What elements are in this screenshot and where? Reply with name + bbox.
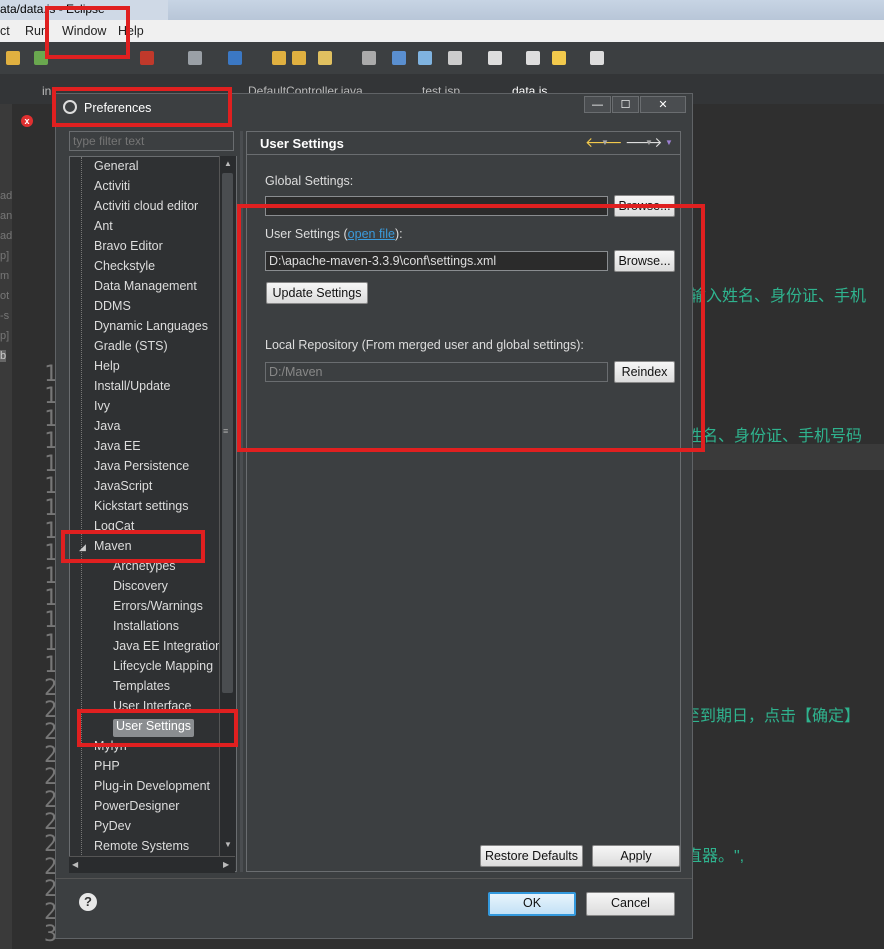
tree-item-activiti[interactable]: Activiti [94,179,130,197]
ok-button[interactable]: OK [488,892,576,916]
tree-item-java-ee[interactable]: Java EE [94,439,141,457]
editor-fragment: ad [0,230,13,242]
global-settings-label: Global Settings: [265,174,354,188]
button-bar-divider [56,878,692,879]
editor-fragment: -s [0,310,10,322]
editor-fragment: p] [0,250,10,262]
tree-item-maven-lifecycle-mapping[interactable]: Lifecycle Mapping [113,659,213,677]
filter-input[interactable] [69,131,234,151]
toolbar-icon[interactable] [448,51,462,65]
maximize-button[interactable]: ☐ [612,96,639,113]
tree-item-ivy[interactable]: Ivy [94,399,110,417]
tree-item-general[interactable]: General [94,159,138,177]
menu-item-project[interactable]: ct [0,24,10,38]
forward-arrow-icon[interactable] [590,51,604,65]
open-folder-icon[interactable] [272,51,286,65]
header-divider [247,154,680,155]
toolbar-icon[interactable] [6,51,20,65]
open-folder-icon[interactable] [292,51,306,65]
view-menu-icon[interactable]: ▼ [665,138,673,147]
annotation-box-preferences [52,87,232,127]
debug-icon[interactable] [140,51,154,65]
back-arrow-icon[interactable] [526,51,540,65]
tree-item-install-update[interactable]: Install/Update [94,379,170,397]
editor-tab[interactable]: in [42,84,51,98]
globe-icon[interactable] [392,51,406,65]
code-line: 输入姓名、身份证、手机 [690,288,867,305]
editor-fragment: p] [0,330,10,342]
chevron-down-icon[interactable]: ▼ [601,138,609,147]
scroll-right-arrow-icon[interactable]: ▶ [223,860,229,869]
tree-item-powerdesigner[interactable]: PowerDesigner [94,799,179,817]
tree-item-maven-installations[interactable]: Installations [113,619,179,637]
annotation-box-user-settings [77,709,238,747]
cancel-button[interactable]: Cancel [586,892,675,916]
restore-defaults-button[interactable]: Restore Defaults [480,845,583,867]
toolbar-icon[interactable] [362,51,376,65]
tree-item-dynamic-languages[interactable]: Dynamic Languages [94,319,208,337]
chevron-down-icon[interactable]: ▼ [645,138,653,147]
tree-item-ddms[interactable]: DDMS [94,299,131,317]
page-title: User Settings [260,136,344,151]
scroll-up-arrow-icon[interactable]: ▲ [224,159,232,168]
main-toolbar [0,42,884,74]
tree-item-maven-errors-warnings[interactable]: Errors/Warnings [113,599,203,617]
editor-fragment: m [0,270,10,282]
tree-item-java[interactable]: Java [94,419,120,437]
annotation-box-window [45,6,130,59]
browser-tabs-strip [168,0,884,20]
tree-guide-line [81,157,83,871]
preferences-tree: General Activiti Activiti cloud editor Ant B… [69,156,237,872]
tree-vertical-scrollbar[interactable]: ▲ ≡ ▼ [219,156,236,856]
close-button[interactable]: ✕ [640,96,686,113]
tree-item-java-persistence[interactable]: Java Persistence [94,459,189,477]
back-arrow-icon[interactable] [552,51,566,65]
tree-item-remote-systems[interactable]: Remote Systems [94,839,189,857]
scroll-left-arrow-icon[interactable]: ◀ [72,860,78,869]
apply-button[interactable]: Apply [592,845,680,867]
toolbar-icon[interactable] [188,51,202,65]
editor-fragment: b [0,350,7,362]
tree-item-help[interactable]: Help [94,359,120,377]
code-line: 直器。", [686,848,745,865]
eclipse-title-bar: ata/data.js - Eclipse [0,0,884,20]
tree-item-maven-java-ee-integration[interactable]: Java EE Integration [113,639,222,657]
tree-item-ant[interactable]: Ant [94,219,113,237]
tree-item-maven-discovery[interactable]: Discovery [113,579,168,597]
tree-item-kickstart-settings[interactable]: Kickstart settings [94,499,188,517]
tree-item-checkstyle[interactable]: Checkstyle [94,259,155,277]
forward-arrow-icon[interactable]: 🡒 [625,134,663,151]
help-icon[interactable]: ? [79,893,97,911]
minimize-button[interactable]: — [584,96,611,113]
tree-item-maven-templates[interactable]: Templates [113,679,170,697]
tree-item-php[interactable]: PHP [94,759,120,777]
tree-horizontal-scrollbar[interactable]: ◀ ▶ [69,856,235,873]
scroll-down-arrow-icon[interactable]: ▼ [224,840,232,849]
error-marker-icon: x [21,115,33,127]
menu-bar: ct Run Window Help [0,20,884,42]
tree-item-gradle-sts-[interactable]: Gradle (STS) [94,339,168,357]
tree-item-pydev[interactable]: PyDev [94,819,131,837]
editor-fragment: ad [0,190,13,202]
scroll-grip-icon: ≡ [223,426,229,436]
current-line-highlight [690,444,884,470]
annotation-box-settings [237,204,705,452]
pencil-icon[interactable] [318,51,332,65]
tree-item-plug-in-development[interactable]: Plug-in Development [94,779,210,797]
tree-item-bravo-editor[interactable]: Bravo Editor [94,239,163,257]
editor-fragment: an [0,210,13,222]
tree-item-activiti-cloud-editor[interactable]: Activiti cloud editor [94,199,198,217]
code-line: 姓名、身份证、手机号码 [686,428,863,445]
editor-fragment: ot [0,290,10,302]
toolbar-icon[interactable] [228,51,242,65]
code-line: 至到期日，点击【确定】 [684,708,861,725]
page-header: User Settings 🡐 ▼ 🡒 ▼ ▼ [247,132,680,152]
toolbar-icon[interactable] [488,51,502,65]
toolbar-icon[interactable] [418,51,432,65]
annotation-box-maven [61,530,205,563]
tree-item-data-management[interactable]: Data Management [94,279,197,297]
tree-item-javascript[interactable]: JavaScript [94,479,152,497]
